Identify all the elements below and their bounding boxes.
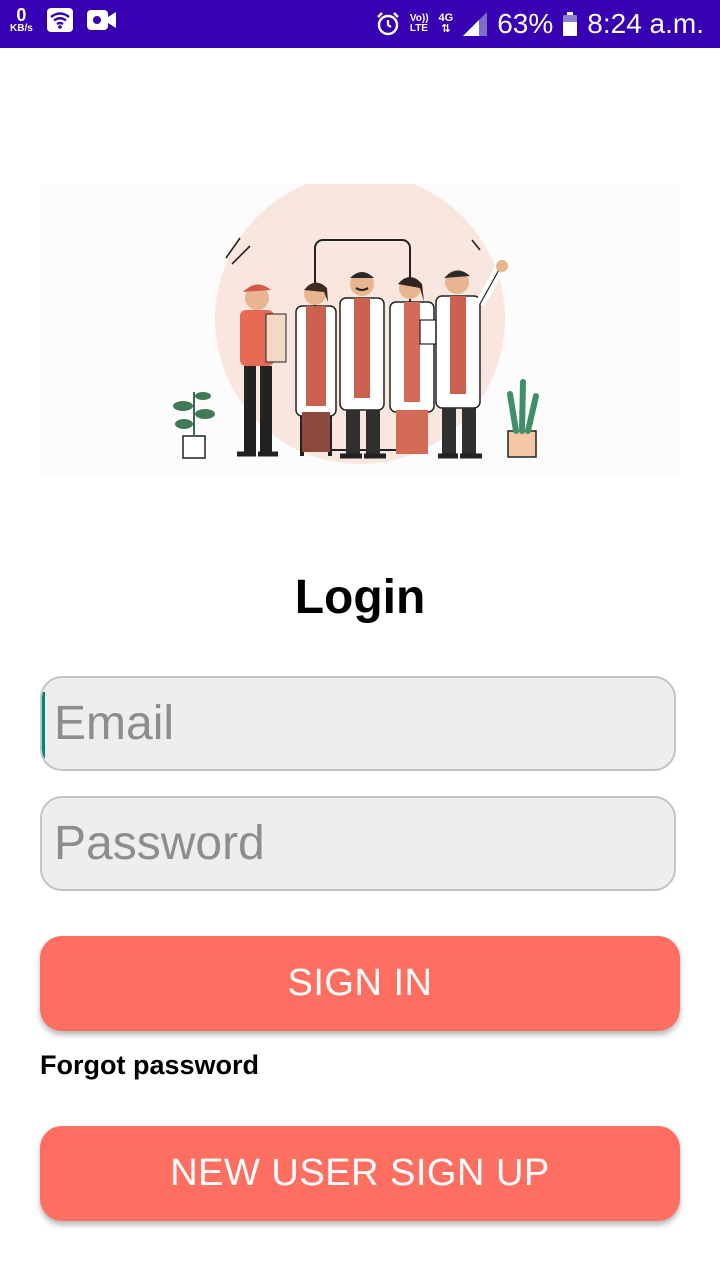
status-bar: 0 KB/s Vo)) LTE 4G ⇅ 63% 8:24 a.m. [0,0,720,48]
status-bar-right: Vo)) LTE 4G ⇅ 63% 8:24 a.m. [376,4,704,44]
clock: 8:24 a.m. [587,8,704,39]
battery-icon [563,12,578,36]
video-camera-icon [86,10,116,30]
healthcare-team-illustration [173,174,539,464]
new-user-sign-up-button[interactable]: NEW USER SIGN UP [40,1126,680,1221]
battery-percentage: 63% [497,8,554,39]
network-speed-value: 0 [16,5,27,25]
volte-indicator: Vo)) LTE [409,13,429,35]
forgot-password-link[interactable]: Forgot password [40,1050,259,1081]
password-field-container [40,796,676,891]
hero-illustration [40,174,680,474]
signal-strength-icon [463,12,488,36]
network-activity-arrows: ⇅ [441,23,451,35]
login-title: Login [294,571,426,624]
alarm-clock-icon [376,12,399,36]
password-field[interactable] [42,798,674,889]
sign-in-button[interactable]: SIGN IN [40,936,680,1031]
wifi-icon [46,8,73,32]
network-type-indicator: 4G ⇅ [439,13,454,35]
email-field[interactable] [42,678,674,769]
email-field-container [40,676,676,771]
volte-bottom-label: LTE [409,23,428,34]
network-speed-unit: KB/s [10,23,33,34]
text-cursor [42,692,45,758]
network-speed: 0 KB/s [10,6,33,34]
status-bar-left: 0 KB/s [10,6,117,34]
